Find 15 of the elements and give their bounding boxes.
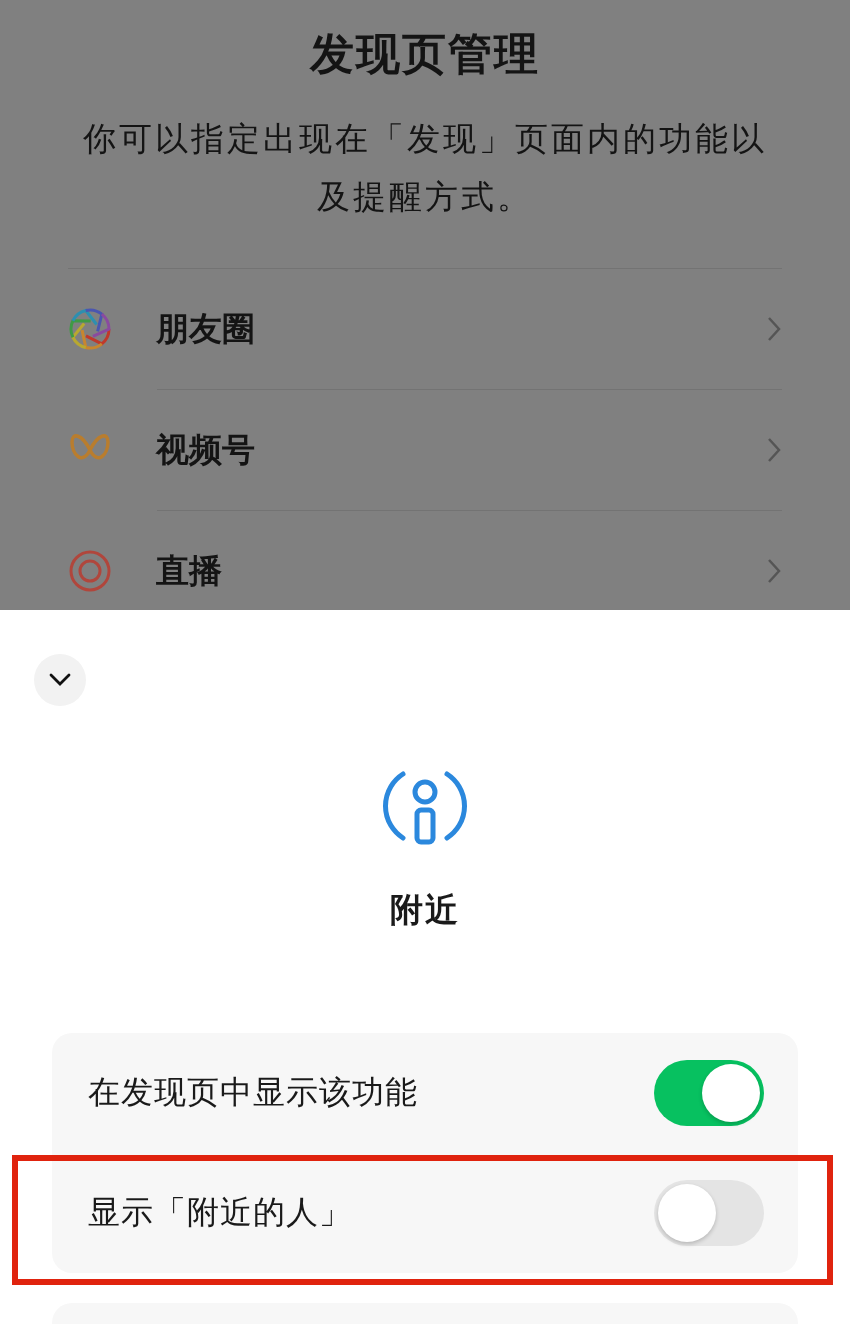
description-text: 你可以指定出现在「发现」页面内的功能以及提醒方式。 [82, 118, 768, 218]
menu-item[interactable]: 视频号 [68, 390, 782, 510]
chevron-right-icon [766, 557, 782, 585]
menu-item[interactable]: 朋友圈 [68, 269, 782, 389]
setting-label: 显示「附近的人」 [88, 1192, 353, 1233]
menu-item[interactable]: 直播 [68, 511, 782, 610]
chevron-down-icon [49, 673, 71, 687]
page-title: 发现页管理 [308, 27, 541, 81]
target-icon [68, 549, 112, 593]
feature-title: 附近 [390, 889, 460, 931]
collapse-button[interactable] [34, 654, 86, 706]
chevron-right-icon [766, 436, 782, 464]
chevron-right-icon [766, 315, 782, 343]
setting-label: 在发现页中显示该功能 [88, 1072, 419, 1113]
aperture-icon [68, 307, 112, 351]
